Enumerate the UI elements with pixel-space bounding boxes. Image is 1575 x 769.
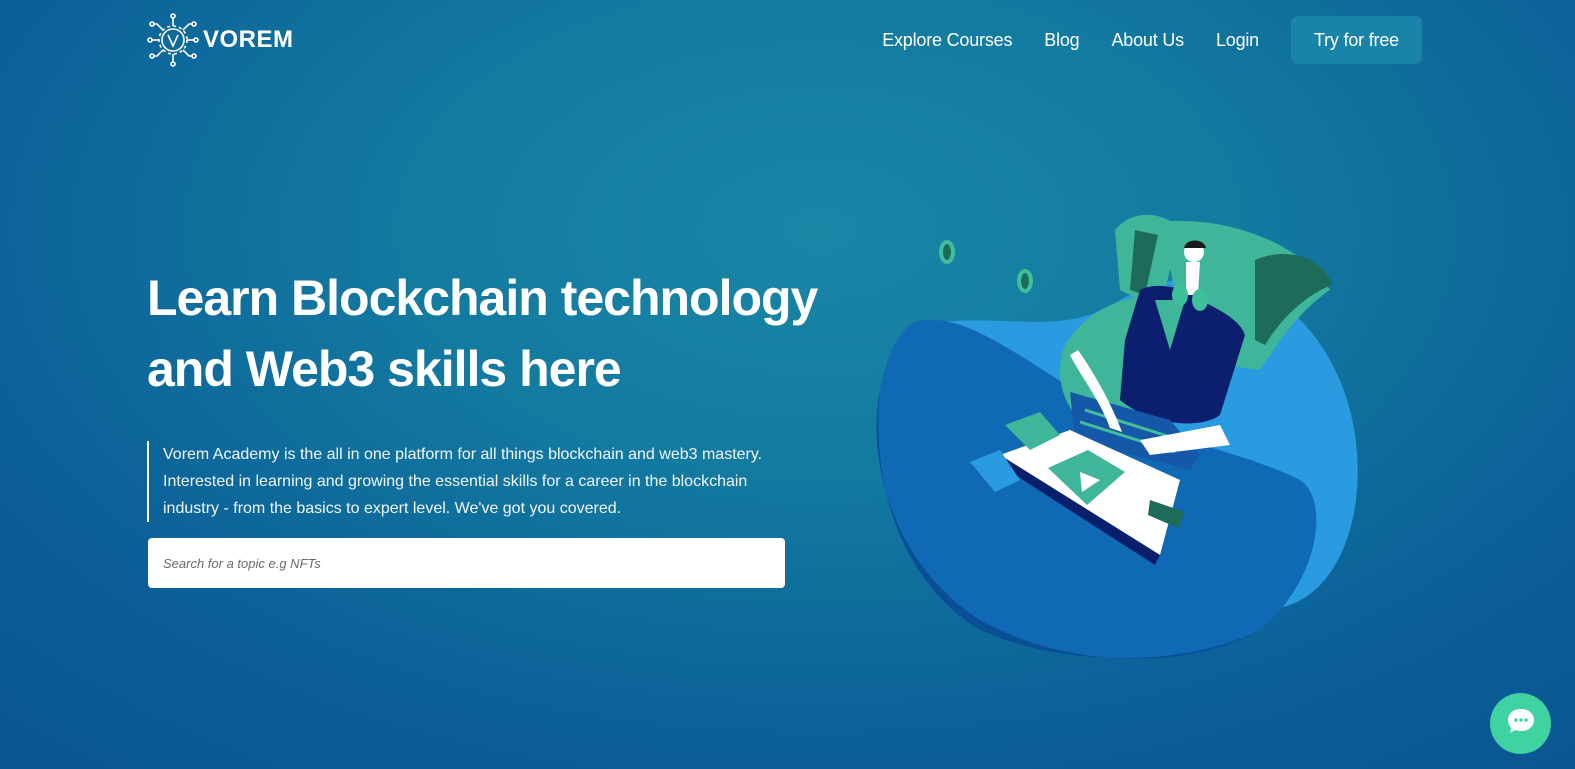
try-for-free-button[interactable]: Try for free [1291, 16, 1422, 64]
hero-description: Vorem Academy is the all in one platform… [147, 441, 787, 522]
nav-about-us[interactable]: About Us [1112, 30, 1185, 51]
chat-button[interactable] [1490, 693, 1551, 754]
brand-name: VOREM [203, 26, 294, 53]
hero-title-line-1: Learn Blockchain technology [147, 270, 818, 326]
circuit-logo-icon [147, 13, 199, 67]
hero-title: Learn Blockchain technology and Web3 ski… [147, 263, 847, 405]
top-navigation: VOREM Explore Courses Blog About Us Logi… [0, 0, 1575, 80]
chat-bubble-icon [1506, 707, 1536, 740]
hero-title-line-2: and Web3 skills here [147, 341, 622, 397]
nav-login[interactable]: Login [1216, 30, 1259, 51]
brand-logo[interactable]: VOREM [147, 13, 294, 67]
nav-blog[interactable]: Blog [1044, 30, 1079, 51]
main-nav: Explore Courses Blog About Us Login Try … [882, 16, 1422, 64]
hero-illustration [860, 200, 1370, 675]
topic-search-input[interactable] [148, 538, 785, 588]
nav-explore-courses[interactable]: Explore Courses [882, 30, 1012, 51]
